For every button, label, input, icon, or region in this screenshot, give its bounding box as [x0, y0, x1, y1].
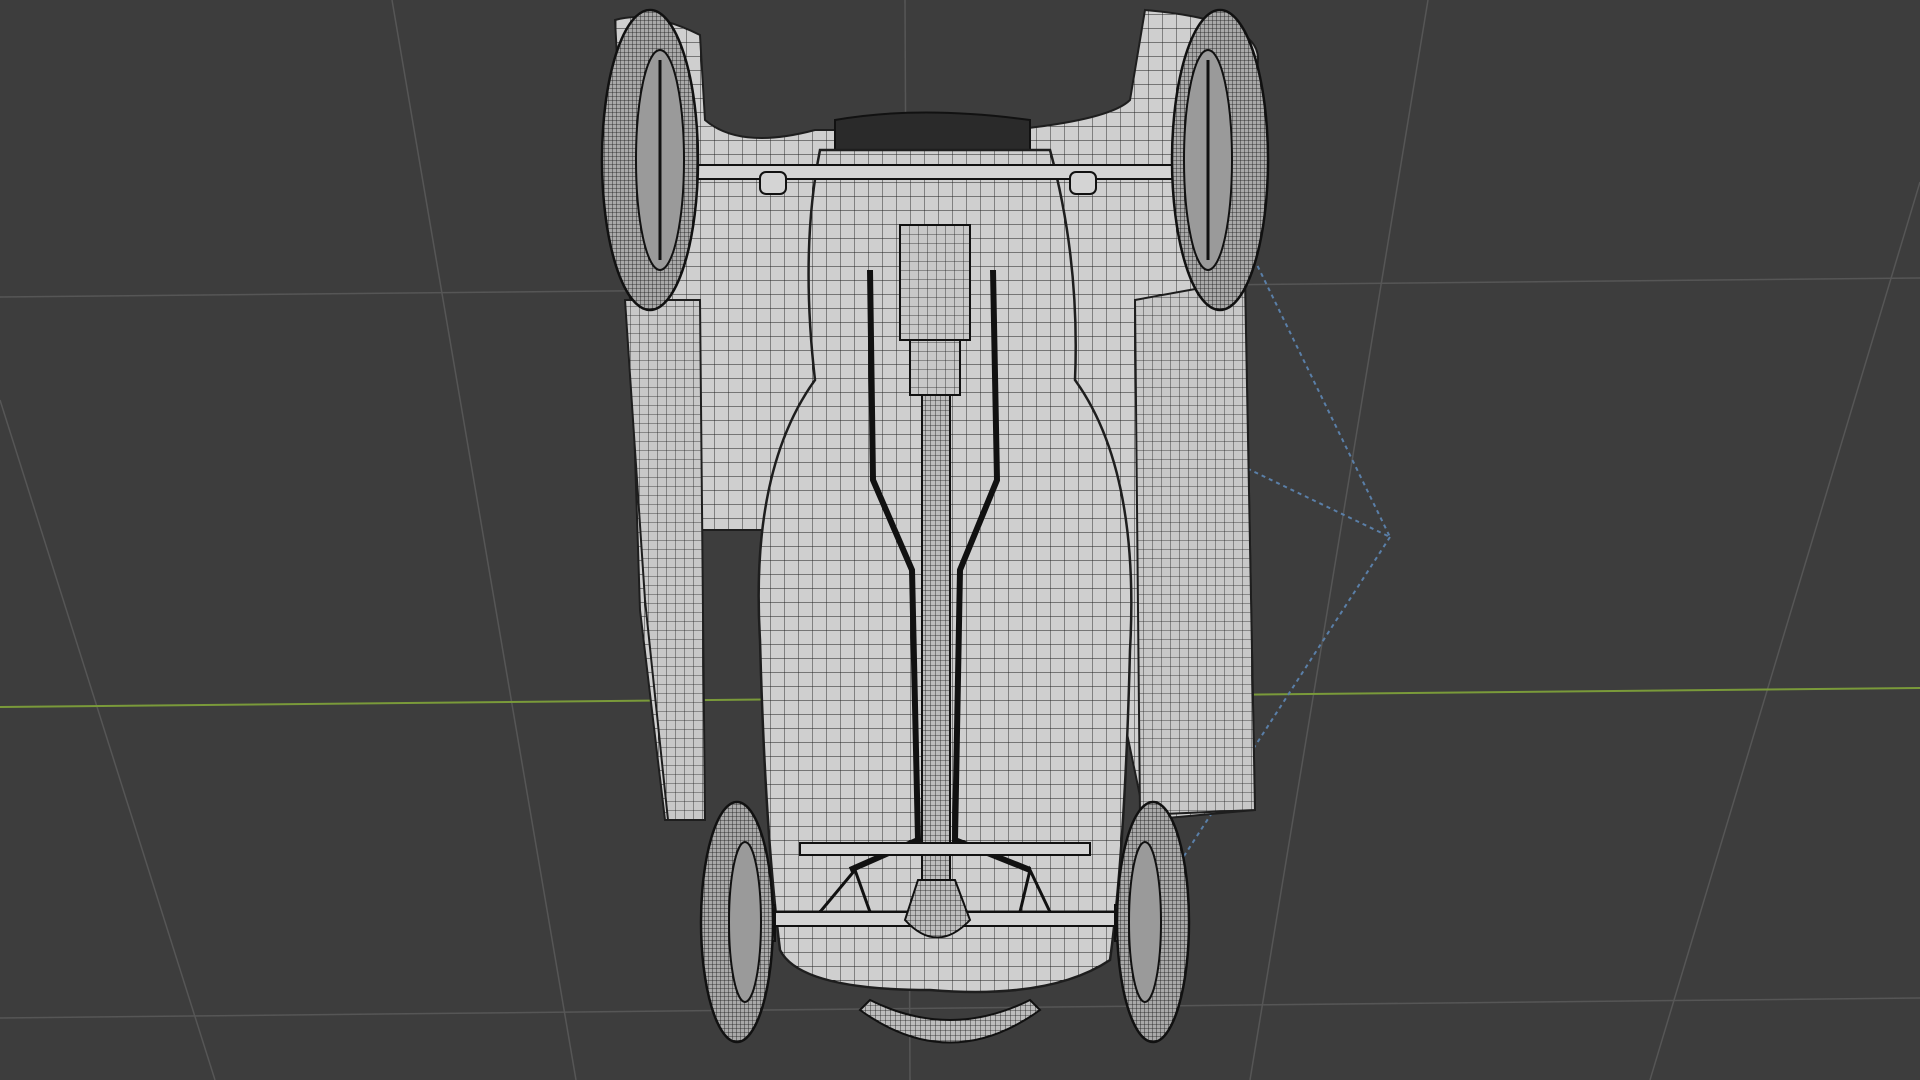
viewport-canvas[interactable]	[0, 0, 1920, 1080]
front-wheel-right	[1115, 800, 1191, 1044]
rear-axle-mount-left	[759, 171, 787, 195]
3d-viewport[interactable]	[0, 0, 1920, 1080]
right-skirt	[1133, 278, 1257, 817]
rear-wheel-right	[1170, 8, 1270, 312]
rear-axle	[654, 164, 1176, 180]
rear-wheel-left	[600, 8, 700, 312]
left-skirt	[623, 299, 707, 821]
front-bumper	[858, 998, 1042, 1044]
front-cross-bar	[799, 842, 1091, 856]
handle-base	[909, 339, 961, 396]
front-wheel-left	[699, 800, 775, 1044]
motor-housing	[834, 111, 1031, 151]
rear-axle-mount-right	[1069, 171, 1097, 195]
lawn-mower-mesh[interactable]	[600, 8, 1270, 1044]
handle-bar	[921, 394, 951, 896]
handle-grip	[899, 224, 971, 341]
